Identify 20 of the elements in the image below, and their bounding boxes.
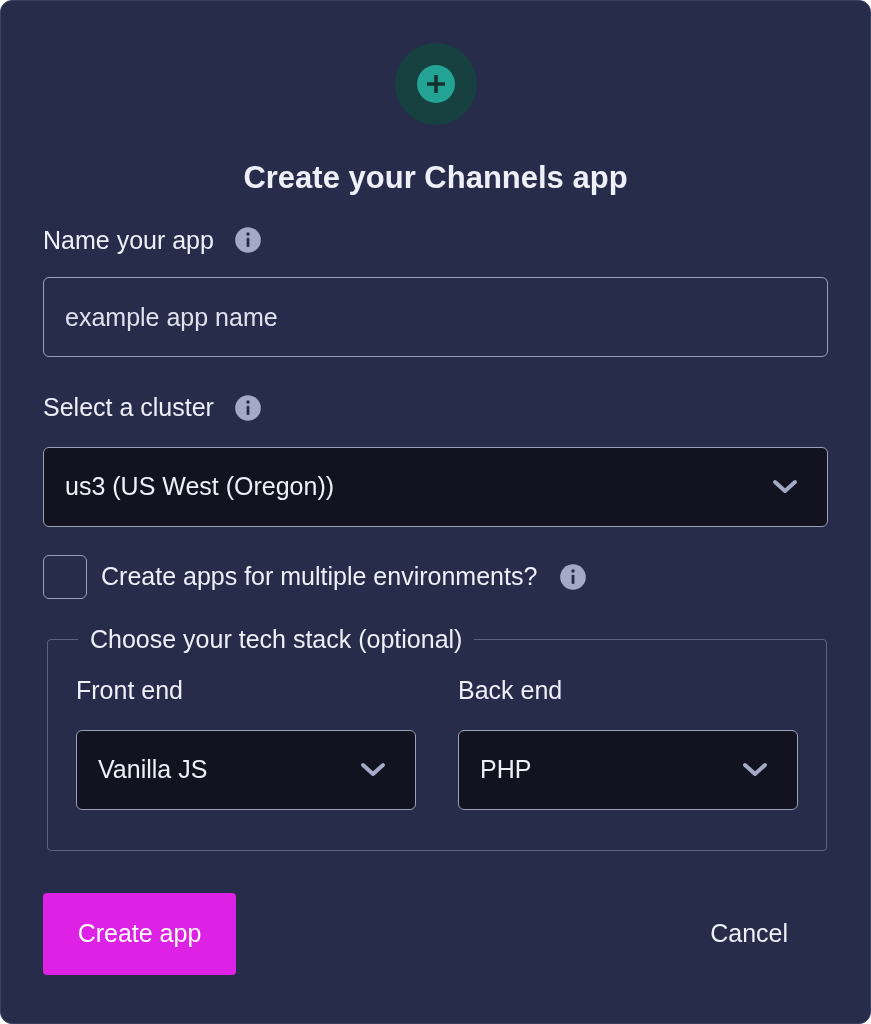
info-icon[interactable]: [559, 562, 588, 591]
chevron-down-icon: [741, 760, 769, 779]
info-icon[interactable]: [233, 226, 262, 255]
field-label: Select a cluster: [43, 392, 214, 423]
field-label: Name your app: [43, 224, 214, 256]
info-icon[interactable]: [233, 393, 262, 422]
dropdown[interactable]: PHP: [458, 729, 798, 810]
checkbox[interactable]: [43, 554, 87, 599]
dropdown[interactable]: Vanilla JS: [76, 729, 416, 810]
cancel-link[interactable]: Cancel: [710, 914, 788, 953]
field-label: Front end: [76, 675, 184, 706]
app-name-field[interactable]: example app name: [43, 277, 828, 357]
field-label: Back end: [458, 675, 564, 706]
panel-legend: Choose your tech stack (optional): [78, 620, 475, 658]
checkbox-label: Create apps for multiple environments?: [101, 560, 538, 592]
create-app-button[interactable]: Create app: [43, 892, 236, 975]
chevron-down-icon: [359, 760, 387, 779]
dialog-title: Create your Channels app: [243, 159, 628, 197]
chevron-down-icon: [771, 477, 799, 496]
dropdown[interactable]: us3 (US West (Oregon)): [43, 446, 828, 527]
